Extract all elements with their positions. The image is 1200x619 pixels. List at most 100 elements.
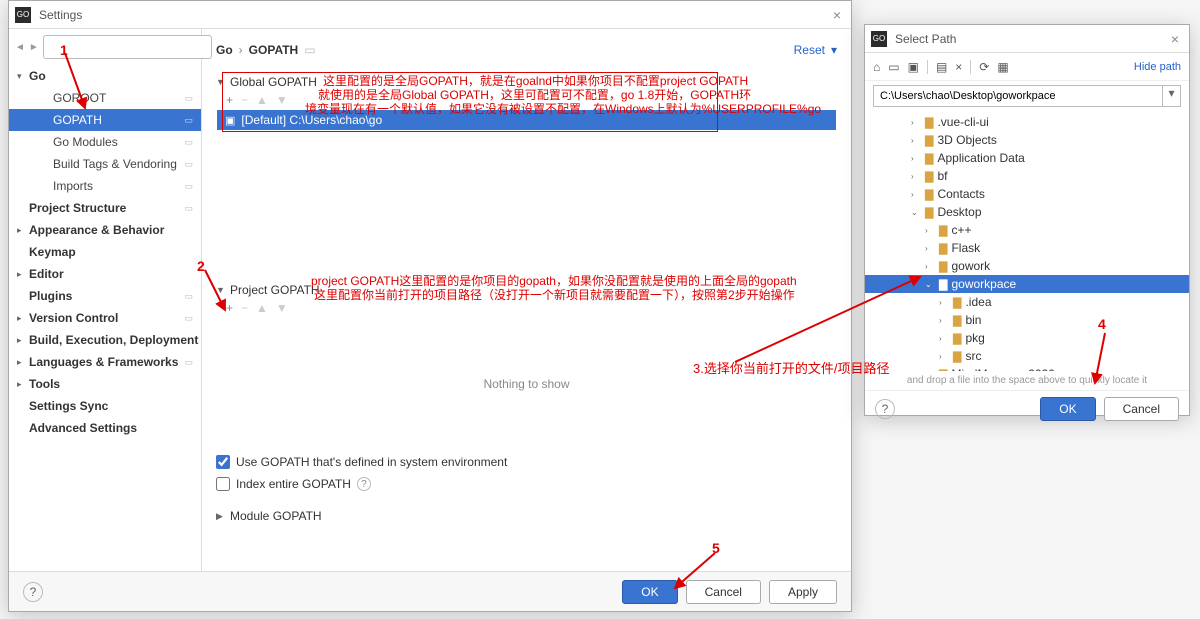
ok-button[interactable]: OK bbox=[622, 580, 677, 604]
file-tree-item-bin[interactable]: ›▇bin bbox=[865, 311, 1189, 329]
help-icon[interactable]: ? bbox=[357, 477, 371, 491]
apply-button[interactable]: Apply bbox=[769, 580, 837, 604]
file-tree-item-gowork[interactable]: ›▇gowork bbox=[865, 257, 1189, 275]
project-gopath-header[interactable]: ▼ Project GOPATH bbox=[216, 281, 837, 299]
file-tree-label: c++ bbox=[951, 223, 971, 237]
hide-path-link[interactable]: Hide path bbox=[1134, 61, 1181, 73]
path-input-row: ▾ bbox=[865, 81, 1189, 111]
sidebar-item-goroot[interactable]: GOROOT▭ bbox=[9, 87, 201, 109]
reset-link[interactable]: Reset bbox=[794, 43, 825, 57]
sidebar-item-appearance-behavior[interactable]: ▸Appearance & Behavior bbox=[9, 219, 201, 241]
new-folder-icon[interactable]: ▤ bbox=[936, 60, 947, 74]
global-gopath-label: Global GOPATH bbox=[230, 75, 317, 89]
nav-back-icon[interactable]: ◄ bbox=[15, 42, 25, 53]
cancel-button[interactable]: Cancel bbox=[686, 580, 761, 604]
remove-icon[interactable]: − bbox=[241, 93, 248, 107]
folder-icon: ▇ bbox=[939, 278, 947, 291]
sidebar-item-gopath[interactable]: GOPATH▭ bbox=[9, 109, 201, 131]
breadcrumb-current: GOPATH bbox=[249, 43, 299, 57]
add-icon[interactable]: + bbox=[226, 301, 233, 315]
down-icon[interactable]: ▼ bbox=[276, 301, 288, 315]
file-tree-item--idea[interactable]: ›▇.idea bbox=[865, 293, 1189, 311]
module-gopath-header[interactable]: ▶ Module GOPATH bbox=[216, 507, 837, 525]
file-tree-item-desktop[interactable]: ⌄▇Desktop bbox=[865, 203, 1189, 221]
file-tree-label: .vue-cli-ui bbox=[937, 115, 988, 129]
remove-icon[interactable]: − bbox=[241, 301, 248, 315]
breadcrumb-root[interactable]: Go bbox=[216, 43, 233, 57]
breadcrumb-sep: › bbox=[239, 43, 243, 57]
expand-icon: › bbox=[911, 172, 921, 181]
sidebar-item-tools[interactable]: ▸Tools bbox=[9, 373, 201, 395]
up-icon[interactable]: ▲ bbox=[256, 93, 268, 107]
down-icon[interactable]: ▼ bbox=[276, 93, 288, 107]
sidebar-item-label: Advanced Settings bbox=[29, 421, 201, 435]
sidebar-item-label: GOROOT bbox=[53, 91, 184, 105]
index-entire-row[interactable]: Index entire GOPATH ? bbox=[216, 473, 837, 495]
global-gopath-header[interactable]: ▼ Global GOPATH bbox=[216, 73, 837, 91]
file-tree-item-pkg[interactable]: ›▇pkg bbox=[865, 329, 1189, 347]
file-tree-item-contacts[interactable]: ›▇Contacts bbox=[865, 185, 1189, 203]
sidebar-item-label: Build Tags & Vendoring bbox=[53, 157, 184, 171]
index-entire-checkbox[interactable] bbox=[216, 477, 230, 491]
expand-icon: ▸ bbox=[17, 379, 29, 390]
sidebar-item-languages-frameworks[interactable]: ▸Languages & Frameworks▭ bbox=[9, 351, 201, 373]
desktop-icon[interactable]: ▭ bbox=[888, 60, 899, 74]
path-input[interactable] bbox=[873, 85, 1163, 107]
project-gopath-section: ▼ Project GOPATH + − ▲ ▼ Nothing to show bbox=[216, 281, 837, 451]
expand-icon: › bbox=[925, 262, 935, 271]
sidebar-item-advanced-settings[interactable]: Advanced Settings bbox=[9, 417, 201, 439]
sidebar-item-label: Languages & Frameworks bbox=[29, 355, 184, 369]
file-tree-item--vue-cli-ui[interactable]: ›▇.vue-cli-ui bbox=[865, 113, 1189, 131]
select-path-window: GO Select Path × ⌂ ▭ ▣ ▤ × ⟳ ▦ Hide path… bbox=[864, 24, 1190, 416]
sidebar-item-label: Appearance & Behavior bbox=[29, 223, 201, 237]
settings-main: Go › GOPATH ▭ Reset ▾ ▼ Global GOPATH + … bbox=[202, 29, 851, 571]
sidebar-item-plugins[interactable]: Plugins▭ bbox=[9, 285, 201, 307]
folder-icon: ▇ bbox=[953, 296, 961, 309]
sidebar-item-version-control[interactable]: ▸Version Control▭ bbox=[9, 307, 201, 329]
add-icon[interactable]: + bbox=[226, 93, 233, 107]
search-input[interactable] bbox=[43, 35, 212, 59]
nav-forward-icon[interactable]: ► bbox=[29, 42, 39, 53]
sidebar-item-go[interactable]: ▾Go bbox=[9, 65, 201, 87]
file-tree-label: pkg bbox=[965, 331, 984, 345]
sidebar-item-go-modules[interactable]: Go Modules▭ bbox=[9, 131, 201, 153]
sidebar-item-editor[interactable]: ▸Editor bbox=[9, 263, 201, 285]
file-tree-item-bf[interactable]: ›▇bf bbox=[865, 167, 1189, 185]
file-tree-item-src[interactable]: ›▇src bbox=[865, 347, 1189, 365]
folder-icon: ▇ bbox=[939, 260, 947, 273]
sidebar-item-build-tags-vendoring[interactable]: Build Tags & Vendoring▭ bbox=[9, 153, 201, 175]
use-system-env-row[interactable]: Use GOPATH that's defined in system envi… bbox=[216, 451, 837, 473]
cancel-button[interactable]: Cancel bbox=[1104, 397, 1179, 421]
file-tree-item-flask[interactable]: ›▇Flask bbox=[865, 239, 1189, 257]
file-tree-item-3d-objects[interactable]: ›▇3D Objects bbox=[865, 131, 1189, 149]
help-button[interactable]: ? bbox=[23, 582, 43, 602]
sidebar-item-build-execution-deployment[interactable]: ▸Build, Execution, Deployment bbox=[9, 329, 201, 351]
folder-icon: ▇ bbox=[925, 116, 933, 129]
file-tree-label: Contacts bbox=[937, 187, 984, 201]
close-icon[interactable]: × bbox=[829, 7, 845, 23]
file-tree-label: goworkpace bbox=[951, 277, 1016, 291]
project-icon[interactable]: ▣ bbox=[908, 60, 919, 74]
home-icon[interactable]: ⌂ bbox=[873, 60, 880, 74]
sidebar-item-project-structure[interactable]: Project Structure▭ bbox=[9, 197, 201, 219]
file-tree-item-goworkpace[interactable]: ⌄▇goworkpace bbox=[865, 275, 1189, 293]
ok-button[interactable]: OK bbox=[1040, 397, 1095, 421]
refresh-icon[interactable]: ⟳ bbox=[979, 60, 989, 74]
path-dropdown-icon[interactable]: ▾ bbox=[1163, 85, 1181, 107]
file-tree-label: Flask bbox=[951, 241, 980, 255]
file-tree-item-application-data[interactable]: ›▇Application Data bbox=[865, 149, 1189, 167]
close-icon[interactable]: × bbox=[1167, 31, 1183, 47]
expand-icon: › bbox=[939, 334, 949, 343]
help-button[interactable]: ? bbox=[875, 399, 895, 419]
global-gopath-entry[interactable]: ▣ [Default] C:\Users\chao\go bbox=[217, 110, 836, 130]
file-tree-item-c-[interactable]: ›▇c++ bbox=[865, 221, 1189, 239]
delete-icon[interactable]: × bbox=[955, 60, 962, 74]
use-system-env-checkbox[interactable] bbox=[216, 455, 230, 469]
sidebar-item-keymap[interactable]: Keymap bbox=[9, 241, 201, 263]
sidebar-item-settings-sync[interactable]: Settings Sync bbox=[9, 395, 201, 417]
file-tree-label: Desktop bbox=[937, 205, 981, 219]
sidebar-item-imports[interactable]: Imports▭ bbox=[9, 175, 201, 197]
reset-dropdown-icon[interactable]: ▾ bbox=[831, 43, 837, 57]
show-hidden-icon[interactable]: ▦ bbox=[997, 60, 1008, 74]
up-icon[interactable]: ▲ bbox=[256, 301, 268, 315]
